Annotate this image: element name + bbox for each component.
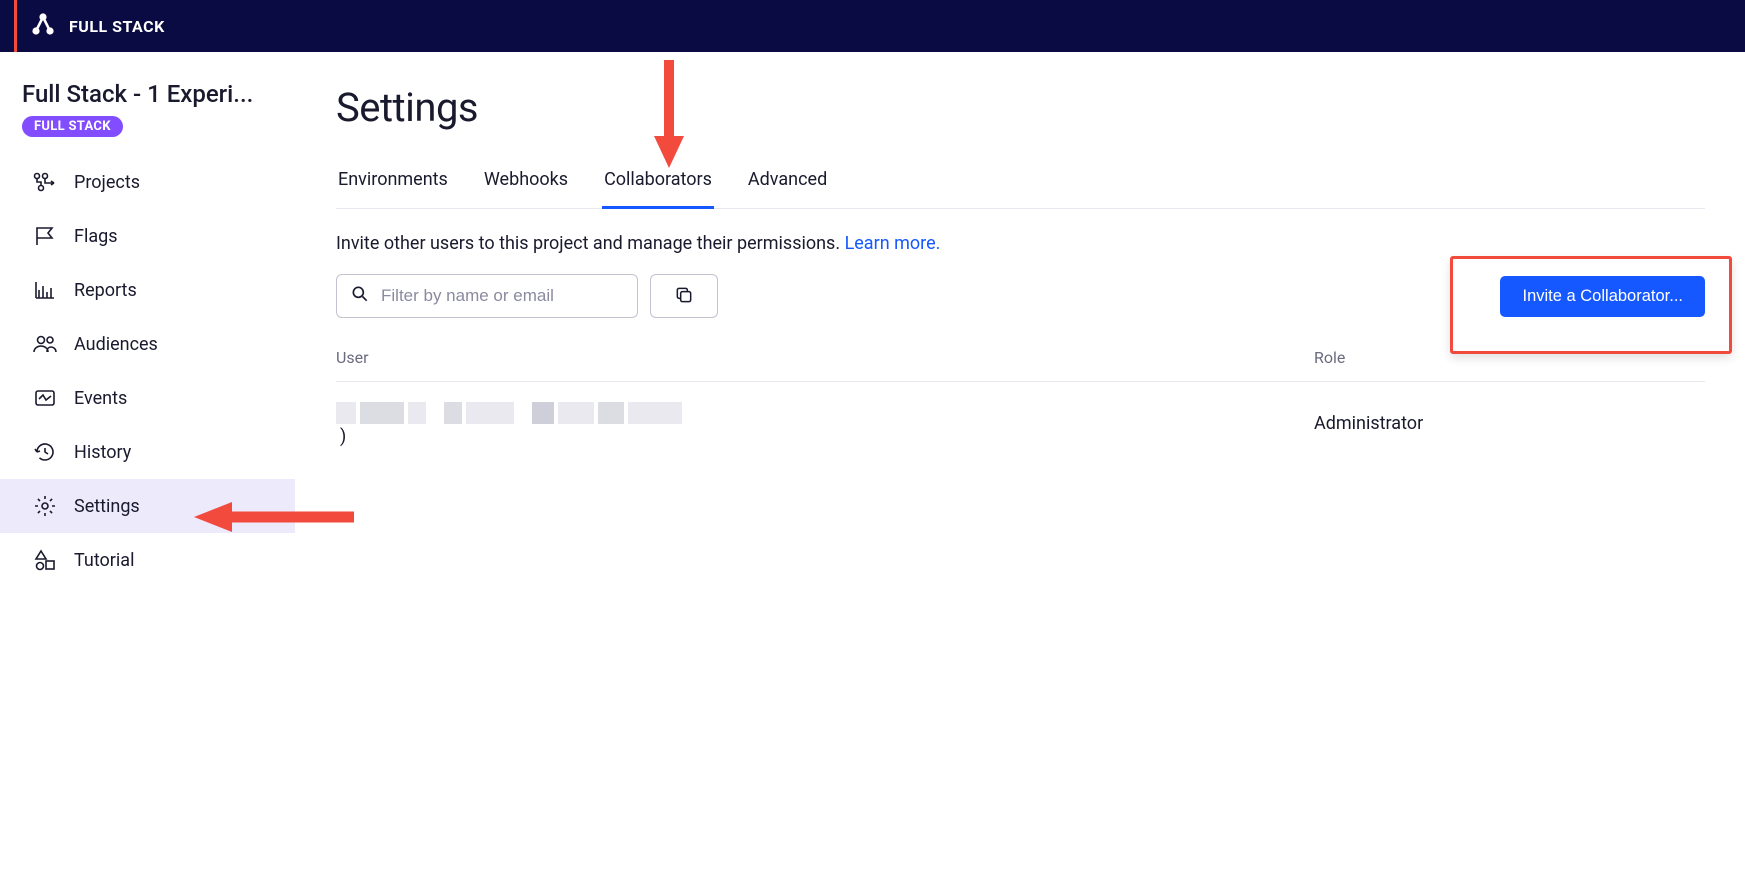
sidebar-item-label: History: [74, 442, 131, 463]
description-text: Invite other users to this project and m…: [336, 233, 845, 254]
events-icon: [32, 385, 58, 411]
search-icon: [350, 284, 370, 308]
top-bar: FULL STACK: [0, 0, 1745, 52]
tab-environments[interactable]: Environments: [336, 159, 450, 209]
controls-row: Invite a Collaborator...: [336, 274, 1705, 318]
main-content: Settings Environments Webhooks Collabora…: [296, 52, 1745, 878]
gear-icon: [32, 493, 58, 519]
redacted-user: [336, 400, 1314, 426]
learn-more-link[interactable]: Learn more.: [845, 233, 941, 254]
accent-stripe: [14, 0, 17, 52]
brand-text: FULL STACK: [69, 17, 165, 36]
sidebar-item-label: Reports: [74, 280, 137, 301]
sidebar-item-history[interactable]: History: [0, 425, 295, 479]
projects-icon: [32, 169, 58, 195]
history-icon: [32, 439, 58, 465]
user-suffix: ): [340, 426, 346, 447]
table-row[interactable]: ) Administrator: [336, 382, 1705, 465]
sidebar-header: Full Stack - 1 Experi... FULL STACK: [0, 70, 295, 141]
sidebar-item-events[interactable]: Events: [0, 371, 295, 425]
settings-tabs: Environments Webhooks Collaborators Adva…: [336, 159, 1705, 209]
sidebar: Full Stack - 1 Experi... FULL STACK Proj…: [0, 52, 296, 878]
sidebar-item-flags[interactable]: Flags: [0, 209, 295, 263]
sidebar-nav: Projects Flags Reports: [0, 155, 295, 587]
cell-user: ): [336, 400, 1314, 447]
table-header: User Role: [336, 348, 1705, 382]
search-wrap: [336, 274, 638, 318]
reports-icon: [32, 277, 58, 303]
flag-icon: [32, 223, 58, 249]
page-title: Settings: [336, 84, 1705, 131]
invite-wrap: Invite a Collaborator...: [1500, 276, 1705, 317]
sidebar-item-label: Projects: [74, 172, 140, 193]
filter-input[interactable]: [336, 274, 638, 318]
project-type-badge: FULL STACK: [22, 116, 123, 137]
logo-icon: [29, 10, 57, 42]
sidebar-item-label: Events: [74, 388, 127, 409]
sidebar-item-reports[interactable]: Reports: [0, 263, 295, 317]
brand-logo[interactable]: FULL STACK: [29, 10, 165, 42]
invite-collaborator-button[interactable]: Invite a Collaborator...: [1500, 276, 1705, 317]
sidebar-item-label: Settings: [74, 496, 140, 517]
audiences-icon: [32, 331, 58, 357]
sidebar-item-audiences[interactable]: Audiences: [0, 317, 295, 371]
column-user: User: [336, 348, 1314, 367]
sidebar-item-settings[interactable]: Settings: [0, 479, 295, 533]
copy-icon: [674, 285, 694, 308]
tab-description: Invite other users to this project and m…: [336, 233, 1705, 254]
cell-role: Administrator: [1314, 413, 1705, 434]
sidebar-item-tutorial[interactable]: Tutorial: [0, 533, 295, 587]
column-role: Role: [1314, 348, 1705, 367]
copy-button[interactable]: [650, 274, 718, 318]
tab-advanced[interactable]: Advanced: [746, 159, 829, 209]
sidebar-item-label: Tutorial: [74, 550, 134, 571]
sidebar-item-projects[interactable]: Projects: [0, 155, 295, 209]
tab-webhooks[interactable]: Webhooks: [482, 159, 570, 209]
sidebar-item-label: Flags: [74, 226, 118, 247]
tab-collaborators[interactable]: Collaborators: [602, 159, 714, 209]
sidebar-item-label: Audiences: [74, 334, 158, 355]
project-title[interactable]: Full Stack - 1 Experi...: [22, 80, 272, 108]
shapes-icon: [32, 547, 58, 573]
